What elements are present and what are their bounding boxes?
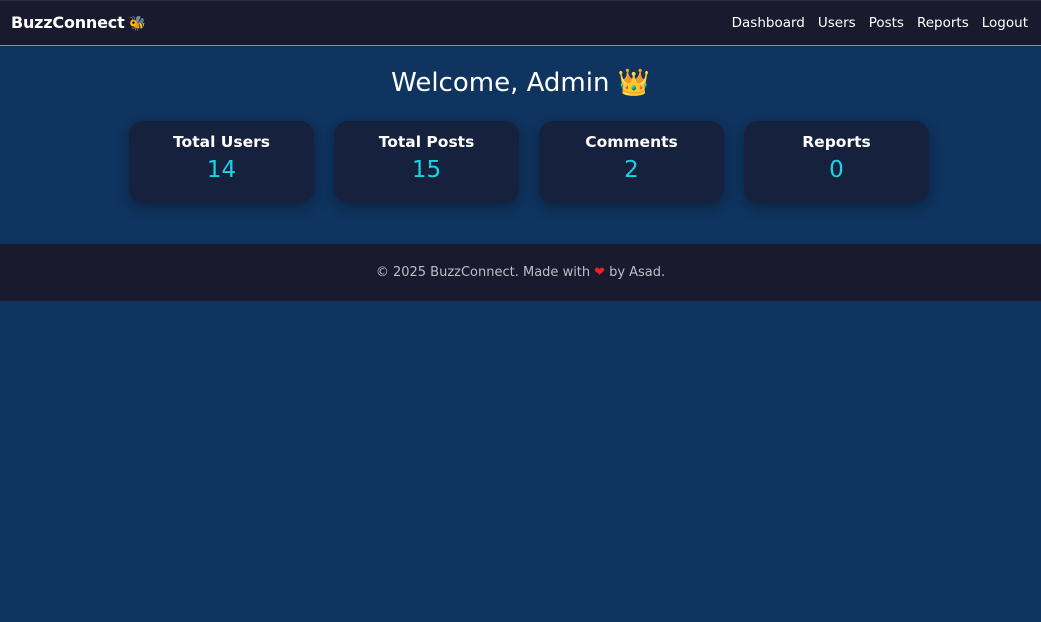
nav-links: Dashboard Users Posts Reports Logout xyxy=(732,15,1028,31)
stat-value: 2 xyxy=(624,157,639,183)
footer-suffix: by Asad. xyxy=(609,265,666,280)
welcome-heading: Welcome, Admin 👑 xyxy=(0,68,1041,98)
stats-row: Total Users 14 Total Posts 15 Comments 2… xyxy=(129,121,929,203)
welcome-text: Welcome, Admin xyxy=(391,68,610,98)
footer-prefix: © 2025 BuzzConnect. Made with xyxy=(375,265,591,280)
stat-value: 15 xyxy=(411,157,442,183)
nav-link-logout[interactable]: Logout xyxy=(982,15,1028,31)
stat-label: Reports xyxy=(802,133,871,151)
stat-value: 0 xyxy=(829,157,844,183)
nav-link-users[interactable]: Users xyxy=(818,15,856,31)
brand-logo[interactable]: BuzzConnect 🐝 xyxy=(11,13,146,32)
nav-link-reports[interactable]: Reports xyxy=(917,15,969,31)
crown-icon: 👑 xyxy=(617,68,650,98)
stat-label: Comments xyxy=(585,133,678,151)
heart-icon: ❤ xyxy=(594,265,606,280)
stat-label: Total Users xyxy=(173,133,270,151)
footer: © 2025 BuzzConnect. Made with ❤ by Asad. xyxy=(0,244,1041,301)
bee-icon: 🐝 xyxy=(128,16,146,32)
stat-card-total-users: Total Users 14 xyxy=(129,121,314,203)
navbar: BuzzConnect 🐝 Dashboard Users Posts Repor… xyxy=(0,0,1041,46)
nav-link-dashboard[interactable]: Dashboard xyxy=(732,15,805,31)
stat-label: Total Posts xyxy=(378,133,475,151)
stat-value: 14 xyxy=(206,157,237,183)
brand-name: BuzzConnect xyxy=(11,13,125,32)
stat-card-comments: Comments 2 xyxy=(539,121,724,203)
stat-card-reports: Reports 0 xyxy=(744,121,929,203)
nav-link-posts[interactable]: Posts xyxy=(869,15,904,31)
stat-card-total-posts: Total Posts 15 xyxy=(334,121,519,203)
